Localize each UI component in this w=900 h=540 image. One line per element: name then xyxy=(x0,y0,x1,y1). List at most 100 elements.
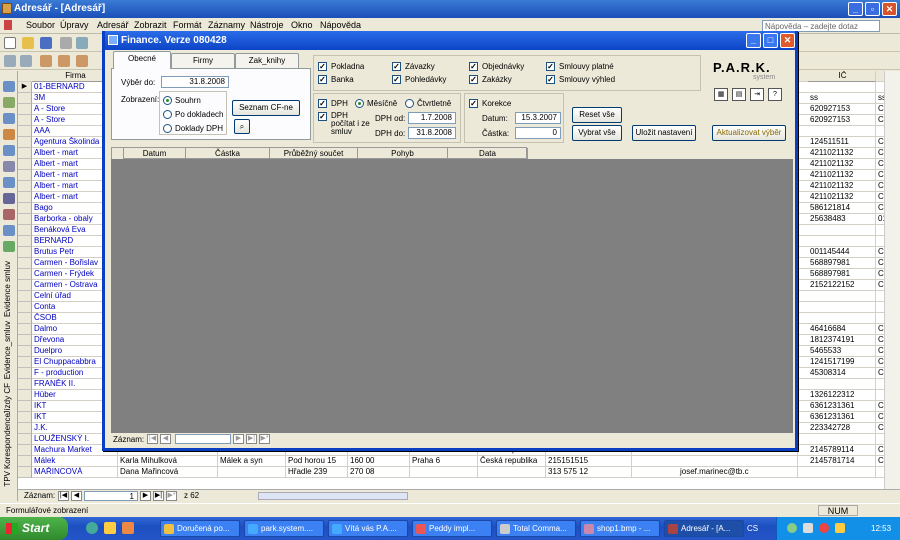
print-icon[interactable] xyxy=(60,37,72,49)
cell-mesto[interactable]: Praha 6 xyxy=(410,456,478,467)
chart-icon[interactable] xyxy=(3,241,15,252)
finance-grid-body[interactable] xyxy=(111,159,793,433)
radio-po-dokladech[interactable] xyxy=(163,110,172,119)
form-icon[interactable]: ▤ xyxy=(732,88,746,101)
tab-jizdy-cf[interactable]: Jízdy CF xyxy=(3,383,12,415)
column-pohyb[interactable]: Pohyb xyxy=(358,148,448,159)
cell-zeme[interactable]: Česká republika xyxy=(478,456,546,467)
row-selector[interactable] xyxy=(18,115,32,126)
truck-icon[interactable] xyxy=(3,209,15,220)
column-datum[interactable]: Datum xyxy=(124,148,186,159)
row-selector[interactable] xyxy=(18,214,32,225)
cell-ic[interactable] xyxy=(808,467,876,478)
cell-ic[interactable]: 620927153 xyxy=(808,104,876,115)
cell-ic[interactable]: 25638483 xyxy=(808,214,876,225)
radio-ctvrtletne[interactable] xyxy=(405,99,414,108)
media-icon[interactable] xyxy=(122,522,134,534)
preview-icon[interactable] xyxy=(76,37,88,49)
cell-mesto[interactable] xyxy=(410,467,478,478)
radio-doklady-dph[interactable] xyxy=(163,124,172,133)
row-selector[interactable] xyxy=(18,423,32,434)
dph-do-input[interactable]: 31.8.2008 xyxy=(408,127,456,139)
table-row[interactable]: Málek2145781714CZKarla MihulkováMálek a … xyxy=(18,456,900,467)
menu-zobrazit[interactable]: Zobrazit xyxy=(134,20,167,30)
check-pohledavky[interactable]: ✓ xyxy=(392,75,401,84)
column-prubezny-soucet[interactable]: Průběžný součet xyxy=(270,148,358,159)
cell-psc[interactable]: 160 00 xyxy=(348,456,410,467)
tab-firmy[interactable]: Firmy xyxy=(171,53,235,68)
home-icon[interactable] xyxy=(3,97,15,108)
folder-quick-icon[interactable] xyxy=(104,522,116,534)
row-selector[interactable] xyxy=(18,335,32,346)
table-row[interactable]: MAŘINCOVÁ Dana Mařincová Hřadle 239 270 08 3… xyxy=(18,467,900,478)
cell-ic[interactable]: 2152122152 xyxy=(808,280,876,291)
refresh-selection-button[interactable]: Aktualizovat výběr xyxy=(712,125,786,141)
row-selector[interactable] xyxy=(18,159,32,170)
open-icon[interactable] xyxy=(22,37,34,49)
menu-napoveda[interactable]: Nápověda xyxy=(320,20,361,30)
task-adresar[interactable]: Adresář - [A... xyxy=(664,520,744,537)
sort-asc-icon[interactable] xyxy=(4,55,16,67)
task-park-system[interactable]: park.system.... xyxy=(244,520,324,537)
check-zakazky[interactable]: ✓ xyxy=(469,75,478,84)
cell-ic[interactable] xyxy=(808,434,876,445)
cell-ic[interactable]: 4211021132 xyxy=(808,170,876,181)
mail-icon[interactable] xyxy=(3,81,15,92)
finance-next-icon[interactable]: ▶ xyxy=(233,434,244,444)
row-selector[interactable] xyxy=(18,93,32,104)
cell-email[interactable]: josef.marinec@tb.c xyxy=(678,467,798,478)
cell-ic[interactable]: 2145789114 xyxy=(808,445,876,456)
row-selector[interactable] xyxy=(18,368,32,379)
cell-ic[interactable]: 4211021132 xyxy=(808,192,876,203)
apply-filter-icon[interactable] xyxy=(76,55,88,67)
cell-ic[interactable] xyxy=(808,291,876,302)
cell-ic[interactable] xyxy=(808,302,876,313)
cell-ic[interactable]: 6361231361 xyxy=(808,401,876,412)
cell-ic[interactable] xyxy=(808,379,876,390)
cell-ic[interactable]: 568897981 xyxy=(808,258,876,269)
column-castka[interactable]: Částka xyxy=(186,148,270,159)
cell-ic[interactable]: 124511511 xyxy=(808,137,876,148)
tab-tpv[interactable]: TPV xyxy=(3,471,12,487)
cell-ic[interactable] xyxy=(808,126,876,137)
row-selector[interactable] xyxy=(18,357,32,368)
minimize-icon[interactable]: _ xyxy=(848,2,863,16)
seznam-cf-ne-button[interactable]: Seznam CF-ne xyxy=(232,100,300,116)
finance-last-icon[interactable]: ▶| xyxy=(246,434,257,444)
cell-ic[interactable]: 6361231361 xyxy=(808,412,876,423)
check-korekce[interactable]: ✓ xyxy=(469,99,478,108)
first-record-icon[interactable]: |◀ xyxy=(58,491,69,501)
folder-icon[interactable] xyxy=(3,113,15,124)
row-selector[interactable] xyxy=(18,280,32,291)
row-selector[interactable] xyxy=(18,467,32,478)
exit-icon[interactable]: ⇥ xyxy=(750,88,764,101)
cell-ulice[interactable]: Pod horou 15 xyxy=(286,456,348,467)
cell-osoba[interactable]: Dana Mařincová xyxy=(118,467,218,478)
horizontal-scrollbar[interactable] xyxy=(258,492,408,500)
save-icon[interactable] xyxy=(40,37,52,49)
row-selector[interactable] xyxy=(18,291,32,302)
cell-tel[interactable]: 313 575 12 xyxy=(546,467,632,478)
tab-zak-knihy[interactable]: Zak_knihy xyxy=(235,53,299,68)
search-icon[interactable]: ⌕ xyxy=(234,119,250,134)
row-selector[interactable] xyxy=(18,269,32,280)
language-indicator[interactable]: CS xyxy=(747,517,758,540)
cell-ic[interactable]: 4211021132 xyxy=(808,159,876,170)
task-peddy[interactable]: Peddy impl... xyxy=(412,520,492,537)
check-smlouvy-vyhled[interactable]: ✓ xyxy=(546,75,555,84)
check-objednavky[interactable]: ✓ xyxy=(469,62,478,71)
new-icon[interactable] xyxy=(4,37,16,49)
start-button[interactable]: Start xyxy=(0,517,68,540)
radio-mesicne[interactable] xyxy=(355,99,364,108)
calc-icon[interactable] xyxy=(3,177,15,188)
cell-ic[interactable]: 45308314 xyxy=(808,368,876,379)
globe-icon[interactable] xyxy=(3,145,15,156)
cell-nazev[interactable] xyxy=(218,467,286,478)
row-selector[interactable] xyxy=(18,247,32,258)
cell-ic[interactable]: 620927153 xyxy=(808,115,876,126)
task-shop1[interactable]: shop1.bmp - ... xyxy=(580,520,660,537)
row-selector[interactable] xyxy=(18,192,32,203)
row-selector[interactable] xyxy=(18,434,32,445)
row-selector[interactable] xyxy=(18,236,32,247)
finance-minimize-icon[interactable]: _ xyxy=(746,33,761,48)
